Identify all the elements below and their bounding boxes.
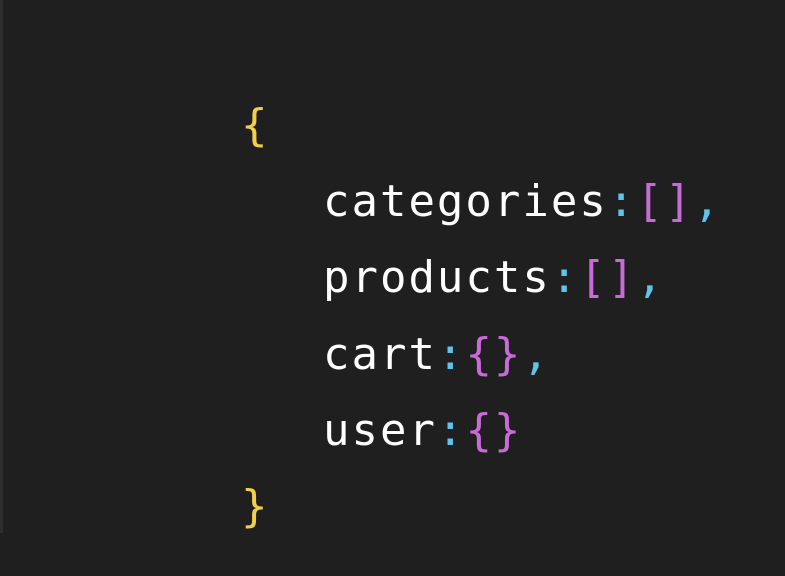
close-brace: } (240, 481, 270, 532)
products-value: [] (579, 252, 637, 303)
comma: , (636, 252, 665, 303)
comma: , (693, 176, 722, 227)
comma: , (522, 329, 551, 380)
key-user: user (322, 405, 437, 456)
code-line-close: } (127, 441, 269, 573)
code-editor[interactable]: { categories:[], products:[], cart:{}, u… (0, 0, 785, 533)
colon: : (550, 252, 580, 303)
colon: : (436, 405, 466, 456)
user-value: {} (465, 405, 523, 456)
